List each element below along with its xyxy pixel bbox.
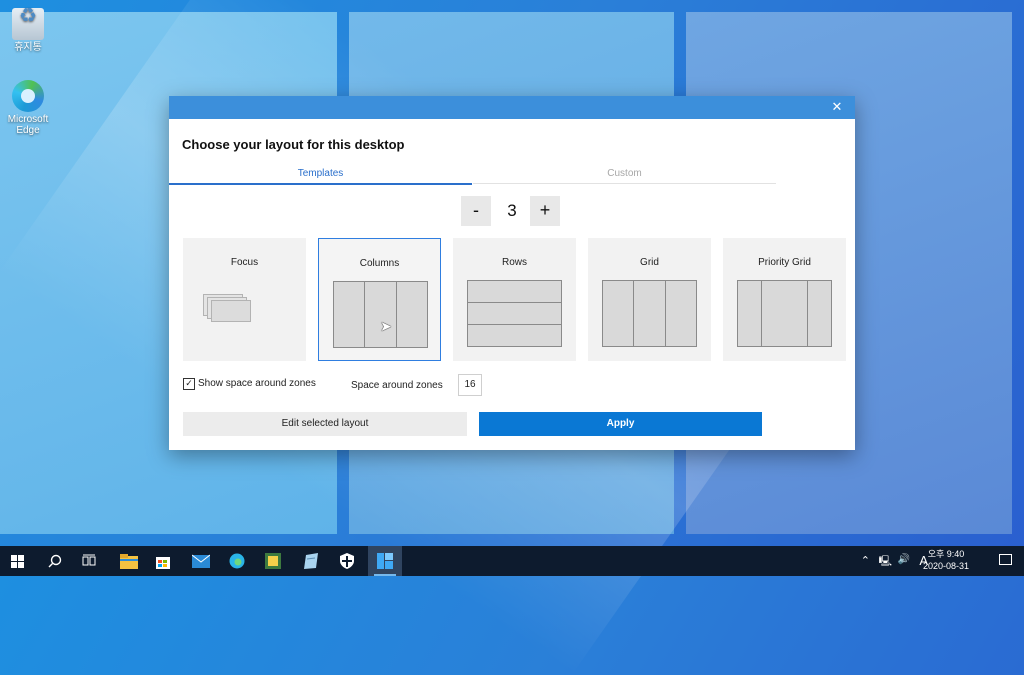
priority-grid-layout-preview xyxy=(737,280,832,347)
mail-icon xyxy=(192,554,210,568)
app-icon xyxy=(265,553,281,569)
zone xyxy=(760,281,808,346)
clock-date: 2020-08-31 xyxy=(922,561,970,571)
security-icon xyxy=(340,553,354,569)
zone xyxy=(468,281,561,302)
increase-zones-button[interactable]: + xyxy=(530,196,560,226)
dialog-titlebar[interactable]: ✕ xyxy=(169,96,855,119)
zone xyxy=(738,281,761,346)
file-explorer-icon xyxy=(120,553,138,569)
tab-custom[interactable]: Custom xyxy=(473,166,776,184)
layout-card-label: Focus xyxy=(230,257,259,268)
zone xyxy=(807,281,831,346)
taskbar-notepad[interactable] xyxy=(294,546,328,576)
layout-card-label: Grid xyxy=(640,257,659,268)
task-view-icon xyxy=(82,554,96,566)
store-icon xyxy=(156,557,170,569)
layout-card-columns[interactable]: Columns xyxy=(318,238,441,361)
layout-card-focus[interactable]: Focus xyxy=(183,238,306,361)
layout-card-label: Priority Grid xyxy=(758,257,811,268)
edit-layout-button[interactable]: Edit selected layout xyxy=(183,412,467,436)
edge-icon xyxy=(229,553,245,569)
zone xyxy=(334,282,364,347)
zone xyxy=(603,281,633,346)
show-space-label: Show space around zones xyxy=(198,378,316,389)
taskbar-security[interactable] xyxy=(330,546,364,576)
space-around-zones-input[interactable]: 16 xyxy=(458,374,482,396)
layout-tabs: Templates Custom xyxy=(169,166,776,185)
space-around-zones-label: Space around zones xyxy=(351,380,443,391)
zone xyxy=(468,302,561,324)
rows-layout-preview xyxy=(467,280,562,347)
layout-card-priority-grid[interactable]: Priority Grid xyxy=(723,238,846,361)
zone-count-value: 3 xyxy=(507,201,517,220)
taskbar: ⌃ 🖳 🔊 A 오후 9:40 2020-08-31 xyxy=(0,546,1024,576)
taskbar-app[interactable] xyxy=(256,546,290,576)
chevron-up-icon[interactable]: ⌃ xyxy=(861,554,870,567)
desktop-icon-label: 휴지통 xyxy=(14,42,42,53)
zone xyxy=(633,281,664,346)
desktop-icon-recycle-bin[interactable]: 휴지통 xyxy=(0,8,56,53)
zone xyxy=(395,282,427,347)
layout-card-rows[interactable]: Rows xyxy=(453,238,576,361)
zone xyxy=(364,282,395,347)
notepad-icon xyxy=(304,553,318,569)
task-view-button[interactable] xyxy=(72,546,106,576)
edge-icon xyxy=(12,80,44,112)
decrease-zones-button[interactable]: - xyxy=(461,196,491,226)
focus-layout-preview xyxy=(203,294,253,324)
columns-layout-preview xyxy=(333,281,428,348)
layout-card-label: Rows xyxy=(501,257,527,268)
taskbar-mail[interactable] xyxy=(184,546,218,576)
network-icon[interactable]: 🖳 xyxy=(879,554,892,571)
zone xyxy=(664,281,696,346)
show-space-checkbox[interactable]: ✓ xyxy=(183,378,195,390)
mouse-cursor-icon: ➤ xyxy=(380,318,392,334)
search-icon xyxy=(48,554,62,568)
notification-icon[interactable] xyxy=(999,554,1012,565)
tab-templates[interactable]: Templates xyxy=(169,166,472,185)
grid-layout-preview xyxy=(602,280,697,347)
layout-dialog: ✕ Choose your layout for this desktop Te… xyxy=(169,96,855,450)
recycle-bin-icon xyxy=(12,8,44,40)
layout-card-label: Columns xyxy=(359,258,400,269)
desktop-icon-label: Microsoft Edge xyxy=(7,114,49,136)
apply-button[interactable]: Apply xyxy=(479,412,762,436)
start-button[interactable] xyxy=(0,546,34,576)
taskbar-fancyzones[interactable] xyxy=(368,546,402,576)
dialog-title: Choose your layout for this desktop xyxy=(182,137,405,152)
desktop-icon-edge[interactable]: Microsoft Edge xyxy=(0,80,56,136)
taskbar-clock[interactable]: 오후 9:40 2020-08-31 xyxy=(916,548,976,572)
close-icon[interactable]: ✕ xyxy=(829,99,845,115)
layout-card-grid[interactable]: Grid xyxy=(588,238,711,361)
zone xyxy=(468,324,561,346)
volume-icon[interactable]: 🔊 xyxy=(898,554,910,565)
fancyzones-icon xyxy=(377,553,393,569)
clock-time: 오후 9:40 xyxy=(927,549,965,559)
taskbar-edge[interactable] xyxy=(220,546,254,576)
windows-logo-icon xyxy=(10,554,24,568)
taskbar-file-explorer[interactable] xyxy=(112,546,146,576)
search-button[interactable] xyxy=(38,546,72,576)
taskbar-store[interactable] xyxy=(146,546,180,576)
focus-window xyxy=(211,300,251,322)
